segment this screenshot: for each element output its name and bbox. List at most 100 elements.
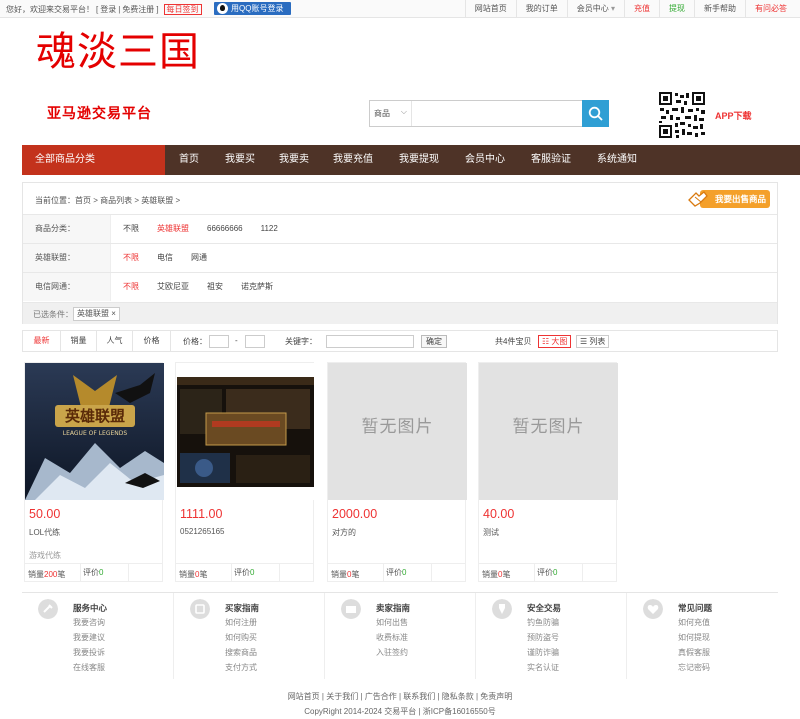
- top-nav-recharge[interactable]: 充值: [624, 0, 659, 18]
- footer-col-seller: 卖家指南 如何出售 收费标准 入驻签约: [324, 593, 475, 679]
- product-rating: 评价0: [231, 564, 254, 582]
- footer-link[interactable]: 如何注册: [225, 617, 257, 628]
- product-image[interactable]: 英雄联盟 LEAGUE OF LEGENDS: [25, 363, 164, 500]
- product-card[interactable]: 1111.00 0521265165 销量0笔 评价0: [175, 362, 315, 582]
- nav-notice[interactable]: 系统通知: [597, 145, 637, 175]
- search-button[interactable]: [582, 100, 609, 127]
- keyword-label: 关键字：: [285, 337, 317, 346]
- qr-code-image: [658, 91, 706, 139]
- footer-link[interactable]: 实名认证: [527, 662, 559, 673]
- product-price: 40.00: [483, 507, 515, 521]
- main-nav-items: 首页 我要买 我要卖 我要充值 我要提现 会员中心 客服验证 系统通知: [165, 145, 637, 175]
- all-categories-button[interactable]: 全部商品分类: [22, 145, 165, 175]
- nav-recharge[interactable]: 我要充值: [333, 145, 373, 175]
- sort-sales[interactable]: 销量: [61, 331, 97, 351]
- product-title[interactable]: 对方的: [332, 527, 356, 538]
- filter-option[interactable]: 66666666: [207, 215, 243, 243]
- security-icon: [492, 599, 512, 619]
- total-count: 共4件宝贝: [495, 337, 532, 346]
- daily-checkin-button[interactable]: 每日签到: [163, 4, 202, 15]
- qq-login-button[interactable]: 用QQ账号登录: [214, 2, 291, 15]
- footer-link[interactable]: 我要投诉: [73, 647, 105, 658]
- product-image[interactable]: [176, 363, 315, 500]
- product-title[interactable]: 测试: [483, 527, 499, 538]
- nav-verify[interactable]: 客服验证: [531, 145, 571, 175]
- top-nav-withdraw[interactable]: 提现: [659, 0, 694, 18]
- filter-option-selected[interactable]: 不限: [123, 273, 139, 301]
- nav-withdraw[interactable]: 我要提现: [399, 145, 439, 175]
- footer-link[interactable]: 谨防诈骗: [527, 647, 559, 658]
- site-logo[interactable]: 魂淡三国: [36, 28, 200, 76]
- selected-conditions: 已选条件： 英雄联盟 ×: [23, 302, 777, 324]
- sort-latest[interactable]: 最新: [23, 331, 61, 351]
- footer-link[interactable]: 如何购买: [225, 632, 257, 643]
- footer-link[interactable]: 预防盗号: [527, 632, 559, 643]
- footer-col-buyer: 买家指南 如何注册 如何购买 搜索商品 支付方式: [173, 593, 324, 679]
- filter-option[interactable]: 祖安: [207, 273, 223, 301]
- footer-link[interactable]: 入驻签约: [376, 647, 408, 658]
- filter-option[interactable]: 艾欧尼亚: [157, 273, 189, 301]
- filter-option[interactable]: 电信: [157, 244, 173, 272]
- top-nav-orders[interactable]: 我的订单: [515, 0, 567, 18]
- view-list-button[interactable]: ☰ 列表: [576, 335, 610, 348]
- filter-option[interactable]: 网通: [191, 244, 207, 272]
- footer-link[interactable]: 我要咨询: [73, 617, 105, 628]
- app-download-link[interactable]: APP下载: [715, 109, 752, 122]
- footer-links[interactable]: 网站首页 | 关于我们 | 广告合作 | 联系我们 | 隐私条款 | 免责声明: [0, 691, 800, 702]
- filter-option-selected[interactable]: 英雄联盟: [157, 215, 189, 243]
- product-image-placeholder[interactable]: 暂无图片: [479, 363, 618, 500]
- product-rating: 评价0: [534, 564, 557, 582]
- product-image-placeholder[interactable]: 暂无图片: [328, 363, 467, 500]
- sell-item-button[interactable]: 我要出售商品: [688, 190, 770, 208]
- product-card[interactable]: 英雄联盟 LEAGUE OF LEGENDS 50.00 LOL代练 游戏代练 …: [24, 362, 164, 582]
- footer-col-security: 安全交易 钓鱼防骗 预防盗号 谨防诈骗 实名认证: [475, 593, 626, 679]
- price-min-input[interactable]: [209, 335, 229, 348]
- product-price: 2000.00: [332, 507, 378, 521]
- site-slogan: 亚马逊交易平台: [47, 105, 152, 121]
- footer-link[interactable]: 如何出售: [376, 617, 408, 628]
- product-sales: 销量0笔: [179, 570, 208, 579]
- confirm-button[interactable]: 确定: [421, 335, 447, 348]
- top-nav-member[interactable]: 会员中心: [566, 0, 624, 18]
- footer-link[interactable]: 钓鱼防骗: [527, 617, 559, 628]
- nav-sell[interactable]: 我要卖: [279, 145, 309, 175]
- filter-option[interactable]: 诺克萨斯: [241, 273, 273, 301]
- product-card[interactable]: 暂无图片 2000.00 对方的 销量0笔 评价0: [327, 362, 467, 582]
- footer-link[interactable]: 如何充值: [678, 617, 710, 628]
- footer-col-title: 卖家指南: [376, 603, 411, 613]
- filter-row-lol: 英雄联盟： 不限 电信 网通: [23, 243, 777, 272]
- footer-link[interactable]: 搜索商品: [225, 647, 257, 658]
- nav-home[interactable]: 首页: [179, 145, 199, 175]
- product-stats: 销量0笔 评价0: [176, 563, 313, 582]
- filter-option[interactable]: 不限: [123, 215, 139, 243]
- product-stats: 销量0笔 评价0: [479, 563, 616, 582]
- sort-popularity[interactable]: 人气: [97, 331, 133, 351]
- nav-buy[interactable]: 我要买: [225, 145, 255, 175]
- sort-price[interactable]: 价格: [133, 331, 171, 351]
- product-title[interactable]: 0521265165: [180, 527, 225, 536]
- search-category-select[interactable]: 商品: [370, 99, 412, 126]
- top-nav-qa[interactable]: 有问必答: [745, 0, 796, 18]
- top-nav-help[interactable]: 新手帮助: [694, 0, 745, 18]
- filter-option[interactable]: 1122: [261, 215, 278, 243]
- footer-link[interactable]: 收费标准: [376, 632, 408, 643]
- footer-link[interactable]: 我要建议: [73, 632, 105, 643]
- footer-link[interactable]: 支付方式: [225, 662, 257, 673]
- keyword-input[interactable]: [326, 335, 414, 348]
- product-title[interactable]: LOL代练: [29, 527, 60, 538]
- footer-link[interactable]: 忘记密码: [678, 662, 710, 673]
- price-max-input[interactable]: [245, 335, 265, 348]
- footer-link[interactable]: 真假客服: [678, 647, 710, 658]
- footer-link[interactable]: 如何提现: [678, 632, 710, 643]
- footer-link[interactable]: 在线客服: [73, 662, 105, 673]
- view-grid-button[interactable]: ☷ 大图: [538, 335, 572, 348]
- search-input[interactable]: [413, 101, 583, 126]
- nav-member[interactable]: 会员中心: [465, 145, 505, 175]
- login-link[interactable]: 登录: [100, 4, 116, 15]
- filter-option-selected[interactable]: 不限: [123, 244, 139, 272]
- search-bar: 商品: [369, 99, 609, 127]
- register-link[interactable]: 免费注册: [122, 4, 154, 15]
- selected-tag[interactable]: 英雄联盟 ×: [73, 307, 120, 321]
- top-nav-home[interactable]: 网站首页: [464, 0, 516, 18]
- product-card[interactable]: 暂无图片 40.00 测试 销量0笔 评价0: [478, 362, 618, 582]
